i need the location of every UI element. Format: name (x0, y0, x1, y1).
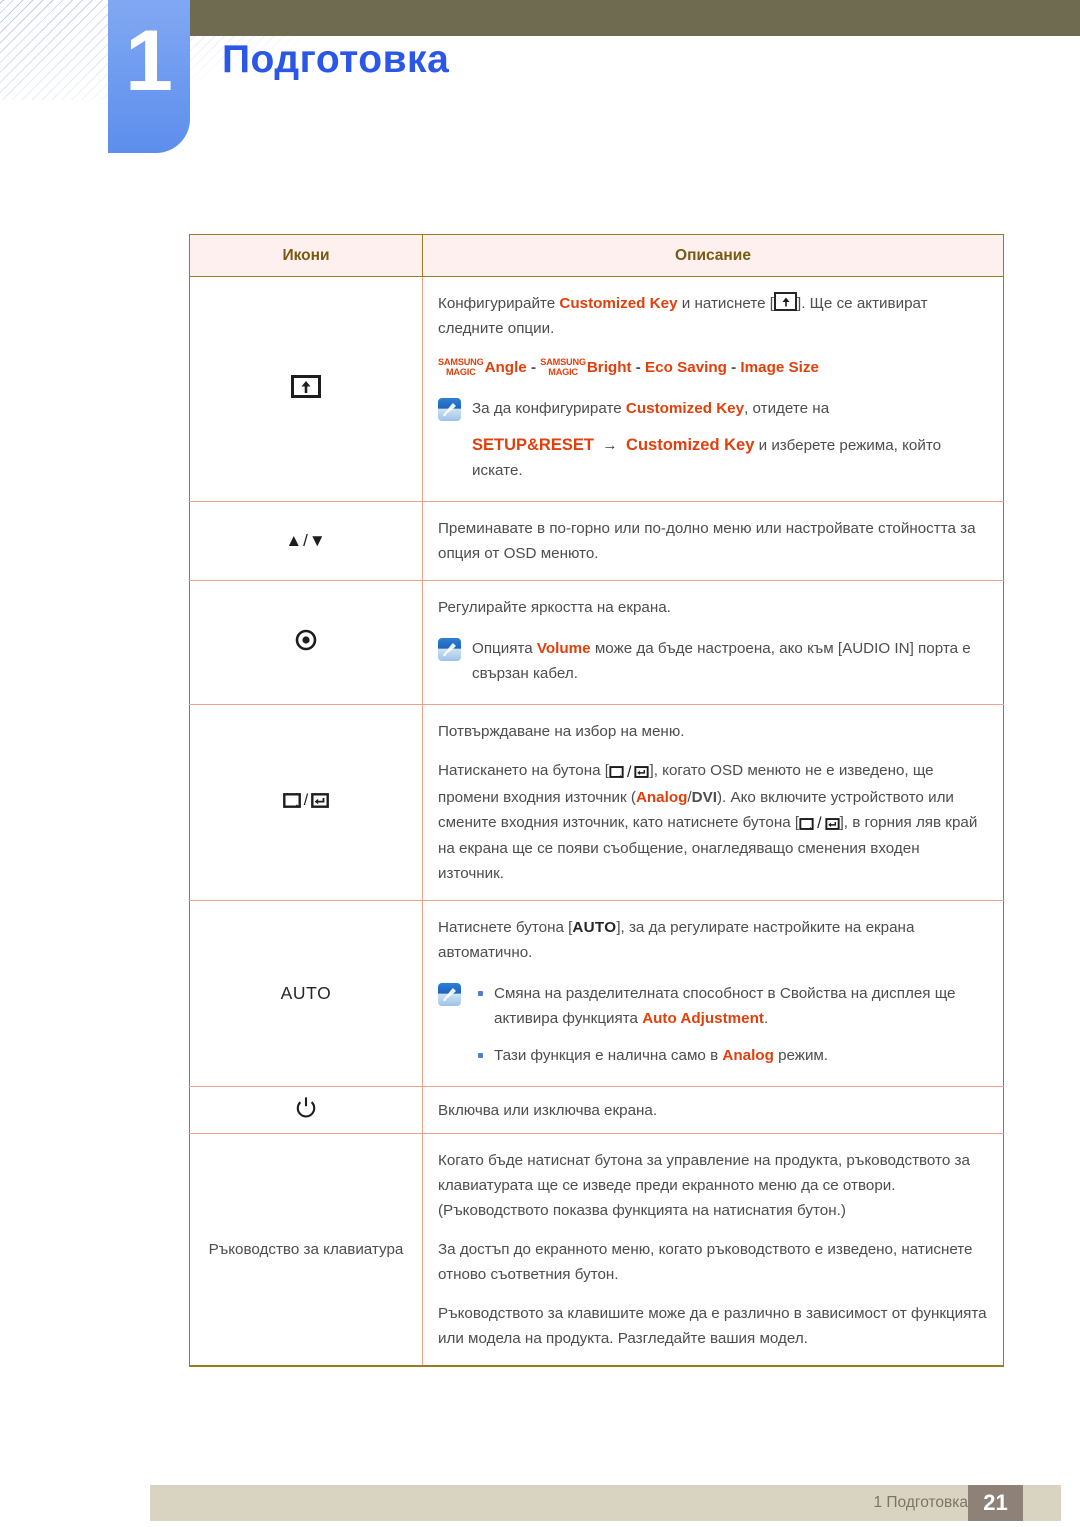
note-key-customized-2: Customized Key (626, 436, 755, 454)
desc-cell-menu-enter: Потвърждаване на избор на меню. Натискан… (422, 704, 1004, 901)
desc-paragraph: Натиснете бутона [AUTO], за да регулират… (438, 919, 915, 961)
inline-menu-enter-icon: / (609, 760, 650, 785)
inline-osd: OSD (710, 762, 744, 779)
note-pen-icon (438, 638, 461, 661)
footer-page-number: 21 (968, 1485, 1023, 1521)
note-pen-icon (438, 983, 461, 1006)
desc-paragraph: Преминавате в по-горно или по-долно меню… (438, 520, 976, 562)
magic-image-size-label: Image Size (740, 359, 819, 376)
magic-sep-3: - (726, 359, 741, 376)
icons-description-table: Икони Описание Конфигурирайте Customized… (189, 234, 1004, 1367)
icon-cell-brightness (189, 580, 423, 705)
arrow-right-icon: → (602, 437, 618, 454)
note-body: Смяна на разделителната способност в Сво… (472, 981, 989, 1068)
magic-options-line: SAMSUNG MAGIC Angle - SAMSUNG MAGIC Bright -… (438, 355, 989, 380)
desc-paragraph-3: Ръководството за клавишите може да е раз… (438, 1305, 987, 1347)
footer-chapter-label: 1 Подготовка (873, 1494, 968, 1511)
magic-sep-2: - (631, 359, 646, 376)
column-header-icons: Икони (189, 234, 423, 277)
chapter-number: 1 (125, 13, 173, 109)
note-pen-icon (438, 398, 461, 421)
magic-angle-label: Angle (484, 359, 527, 376)
desc-cell-keyboard-guide: Когато бъде натиснат бутона за управлени… (422, 1133, 1004, 1367)
inline-dvi: DVI (691, 788, 717, 806)
note-bullet-item: Тази функция е налична само в Analog реж… (472, 1043, 989, 1068)
icon-cell-menu-enter: / (189, 704, 423, 901)
note-line-1: За да конфигурирате Customized Key, отид… (472, 396, 989, 421)
icon-cell-up-down: ▲/▼ (189, 501, 423, 581)
note-key-customized: Customized Key (625, 400, 745, 417)
table-header-row: Икони Описание (189, 234, 1004, 277)
inline-analog: Analog (635, 788, 688, 806)
desc-paragraph: Включва или изключва екрана. (438, 1101, 658, 1119)
magic-eco-saving-label: Eco Saving (645, 359, 727, 376)
note-body: За да конфигурирате Customized Key, отид… (472, 396, 989, 483)
desc-paragraph-1: Потвърждаване на избор на меню. (438, 723, 685, 740)
note-text-b: , отидете на (744, 400, 830, 417)
samsung-magic-logo-2: SAMSUNG MAGIC (540, 357, 586, 377)
note-text-a: За да конфигурирате (472, 400, 626, 417)
table-row: AUTO Натиснете бутона [AUTO], за да регу… (189, 900, 1004, 1087)
keyboard-guide-label: Ръководство за клавиатура (208, 1240, 404, 1258)
note-block-volume: Опцията Volume може да бъде настроена, а… (438, 636, 989, 686)
note-block-auto: Смяна на разделителната способност в Сво… (438, 981, 989, 1068)
table-row: Конфигурирайте Customized Key и натиснет… (189, 276, 1004, 502)
icon-cell-auto: AUTO (189, 900, 423, 1087)
bullet-text-a: Тази функция е налична само в (494, 1047, 723, 1064)
customized-key-icon (291, 375, 321, 402)
power-icon (295, 1097, 317, 1123)
inline-customized-key-icon (774, 292, 798, 311)
note-line-2: SETUP&RESET → Customized Key и изберете … (472, 433, 989, 483)
note-bullet-item: Смяна на разделителната способност в Сво… (472, 981, 989, 1031)
note-bullet-list: Смяна на разделителната способност в Сво… (472, 981, 989, 1068)
desc-paragraph-2: Натисканетo на бутона [/], когато OSD ме… (438, 758, 989, 886)
brightness-volume-icon (295, 629, 317, 655)
inline-auto-key: AUTO (572, 919, 617, 936)
desc-paragraph-1: Когато бъде натиснат бутона за управлени… (438, 1152, 970, 1219)
icon-cell-customized-key (189, 276, 423, 502)
inline-menu-enter-icon-2: / (799, 811, 840, 836)
desc-cell-up-down: Преминавате в по-горно или по-долно меню… (422, 501, 1004, 581)
table-row: ▲/▼ Преминавате в по-горно или по-долно … (189, 501, 1004, 581)
menu-enter-icon: / (282, 791, 330, 810)
desc-paragraph: Регулирайте яркостта на екрана. (438, 599, 671, 616)
bullet-key-analog: Analog (722, 1047, 774, 1064)
note-key-volume: Volume (536, 640, 591, 657)
desc-cell-customized-key: Конфигурирайте Customized Key и натиснет… (422, 276, 1004, 502)
note-key-setup-reset: SETUP&RESET (472, 436, 594, 454)
inline-customized-key: Customized Key (559, 295, 678, 312)
desc-paragraph-2: За достъп до екранното меню, когато ръко… (438, 1241, 973, 1283)
magic-bright-label: Bright (586, 359, 632, 376)
bullet-text-b: . (763, 1010, 769, 1027)
note-body: Опцията Volume може да бъде настроена, а… (472, 636, 989, 686)
samsung-magic-logo: SAMSUNG MAGIC (438, 357, 484, 377)
column-header-description: Описание (422, 234, 1004, 277)
icons-description-table-wrapper: Икони Описание Конфигурирайте Customized… (189, 234, 1004, 1367)
table-row: Регулирайте яркостта на екрана. Опцията … (189, 580, 1004, 705)
icon-cell-keyboard-guide: Ръководство за клавиатура (189, 1133, 423, 1367)
desc-paragraph: Конфигурирайте Customized Key и натиснет… (438, 291, 989, 341)
note-line-1: Опцията Volume може да бъде настроена, а… (472, 636, 989, 686)
table-row: Ръководство за клавиатура Когато бъде на… (189, 1133, 1004, 1367)
magic-sep-1: - (526, 359, 541, 376)
desc-cell-brightness: Регулирайте яркостта на екрана. Опцията … (422, 580, 1004, 705)
page-title: Подготовка (222, 38, 450, 81)
header-olive-bar (190, 0, 1080, 36)
bullet-text-b: режим. (773, 1047, 829, 1064)
bullet-key-auto-adjustment: Auto Adjustment (642, 1010, 764, 1027)
menu-enter-separator: / (303, 791, 309, 809)
table-row: Включва или изключва екрана. (189, 1086, 1004, 1134)
table-row: / Потвърждаване на избор на меню. Натиск… (189, 704, 1004, 901)
icon-cell-power (189, 1086, 423, 1134)
chapter-number-tab: 1 (108, 0, 190, 153)
up-down-arrows-icon: ▲/▼ (285, 531, 327, 550)
desc-cell-auto: Натиснете бутона [AUTO], за да регулират… (422, 900, 1004, 1087)
note-text-a: Опцията (472, 640, 537, 657)
auto-button-icon: AUTO (280, 983, 332, 1003)
note-block-customized-key: За да конфигурирате Customized Key, отид… (438, 396, 989, 483)
desc-cell-power: Включва или изключва екрана. (422, 1086, 1004, 1134)
